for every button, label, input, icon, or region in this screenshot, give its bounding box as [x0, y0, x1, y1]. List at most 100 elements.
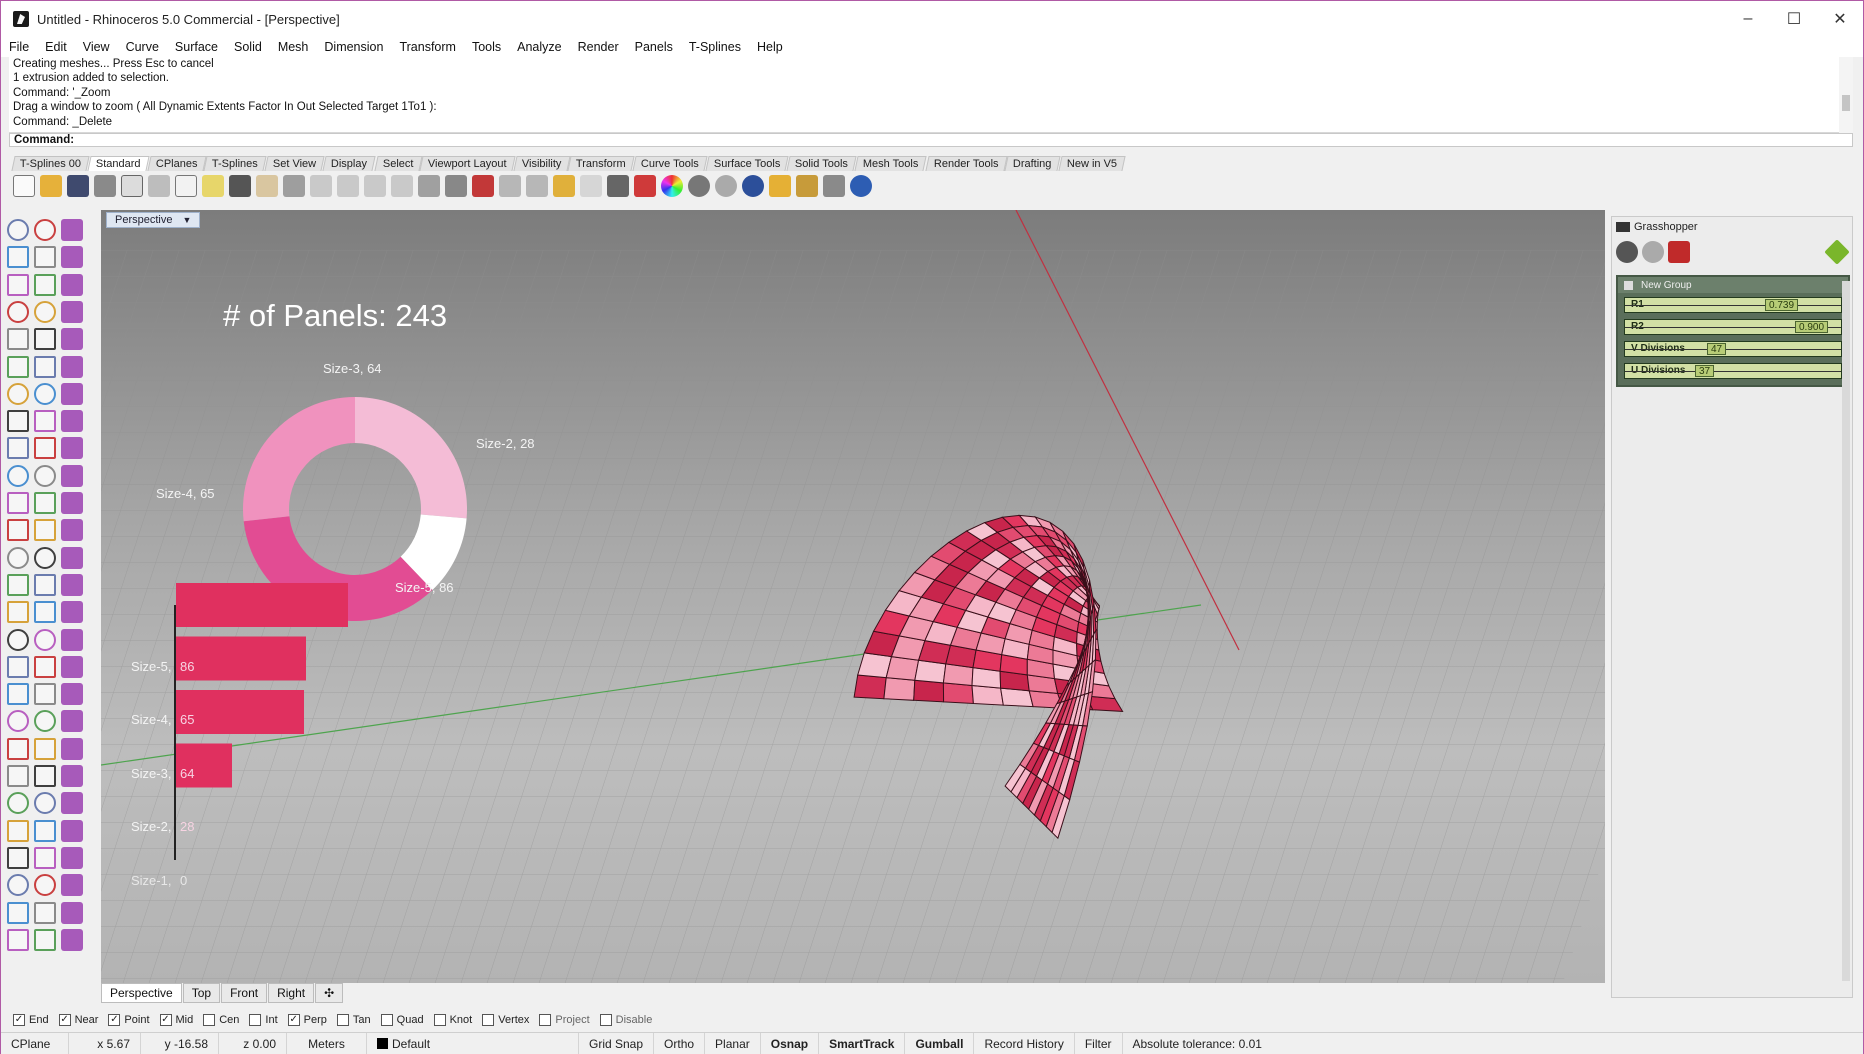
tool-palette-icon[interactable] — [7, 874, 29, 897]
tool-palette-icon[interactable] — [34, 300, 56, 323]
menu-panels[interactable]: Panels — [635, 40, 673, 54]
menu-solid[interactable]: Solid — [234, 40, 262, 54]
tool-palette-icon[interactable] — [7, 601, 29, 624]
tool-palette-icon[interactable] — [61, 328, 83, 351]
tab-render-tools[interactable]: Render Tools — [925, 156, 1008, 171]
menu-file[interactable]: File — [9, 40, 29, 54]
grid-snap-toggle[interactable]: Grid Snap — [579, 1032, 655, 1054]
tab-set-view[interactable]: Set View — [264, 156, 326, 171]
rotate-view-icon[interactable] — [283, 175, 305, 197]
tool-palette-icon[interactable] — [61, 300, 83, 323]
tool-palette-icon[interactable] — [7, 355, 29, 378]
tool-palette-icon[interactable] — [7, 464, 29, 487]
tool-palette-icon[interactable] — [61, 765, 83, 787]
select-all-icon[interactable] — [553, 175, 575, 197]
osnap-mid[interactable]: ✓ Mid — [159, 1014, 193, 1026]
show-objects-icon[interactable] — [526, 175, 548, 197]
tool-palette-icon[interactable] — [61, 573, 83, 596]
ortho-toggle[interactable]: Ortho — [654, 1032, 706, 1054]
perspective-viewport[interactable]: # of Panels: 243 Size-3, 64 Size-2, 28 S… — [101, 210, 1605, 983]
tool-palette-icon[interactable] — [61, 519, 83, 542]
save-icon[interactable] — [67, 175, 89, 197]
tool-palette-icon[interactable] — [7, 219, 29, 241]
tool-palette-icon[interactable] — [7, 410, 29, 433]
tool-palette-icon[interactable] — [7, 546, 29, 569]
command-input[interactable] — [78, 134, 1852, 146]
osnap-vertex[interactable]: Vertex — [482, 1014, 529, 1026]
tool-palette-icon[interactable] — [61, 246, 83, 269]
tool-palette-icon[interactable] — [61, 710, 83, 733]
slider-value-handle[interactable]: 0.900 — [1795, 321, 1829, 333]
tool-palette-icon[interactable] — [7, 683, 29, 706]
zoom-icon[interactable] — [310, 175, 332, 197]
tool-palette-icon[interactable] — [7, 300, 29, 323]
tab-mesh-tools[interactable]: Mesh Tools — [854, 156, 928, 171]
tool-palette-icon[interactable] — [7, 792, 29, 815]
gumball-toggle[interactable]: Gumball — [905, 1032, 975, 1054]
tab-top[interactable]: Top — [182, 983, 221, 1003]
render-icon[interactable] — [742, 175, 764, 197]
tool-palette-icon[interactable] — [7, 519, 29, 542]
tool-palette-icon[interactable] — [7, 765, 29, 787]
rendered-sphere-icon[interactable] — [715, 175, 737, 197]
options-gear-icon[interactable] — [796, 175, 818, 197]
tool-palette-icon[interactable] — [7, 437, 29, 460]
tool-palette-icon[interactable] — [34, 846, 56, 869]
slider-value-handle[interactable]: 37 — [1695, 365, 1715, 377]
open-folder-icon[interactable] — [40, 175, 62, 197]
tool-palette-icon[interactable] — [61, 437, 83, 460]
tool-palette-icon[interactable] — [34, 683, 56, 706]
slider-value-handle[interactable]: 47 — [1707, 343, 1727, 355]
properties-icon[interactable] — [121, 175, 143, 197]
menu-tsplines[interactable]: T-Splines — [689, 40, 741, 54]
menu-edit[interactable]: Edit — [45, 40, 67, 54]
tool-palette-icon[interactable] — [34, 410, 56, 433]
checkbox[interactable] — [380, 1014, 393, 1026]
osnap-int[interactable]: Int — [249, 1014, 278, 1026]
tool-palette-icon[interactable] — [34, 355, 56, 378]
tool-palette-icon[interactable] — [61, 928, 83, 951]
osnap-knot[interactable]: Knot — [433, 1014, 472, 1026]
tool-palette-icon[interactable] — [34, 601, 56, 624]
tool-palette-icon[interactable] — [34, 246, 56, 269]
tool-palette-icon[interactable] — [34, 492, 56, 514]
osnap-quad[interactable]: Quad — [380, 1014, 424, 1026]
checkbox[interactable]: ✓ — [13, 1014, 25, 1026]
tool-palette-icon[interactable] — [34, 628, 56, 651]
menu-curve[interactable]: Curve — [126, 40, 159, 54]
hide-objects-icon[interactable] — [499, 175, 521, 197]
tool-palette-icon[interactable] — [34, 382, 56, 405]
chevron-down-icon[interactable]: ▼ — [182, 215, 191, 225]
tool-palette-icon[interactable] — [7, 901, 29, 924]
collapse-toggle-icon[interactable] — [1624, 280, 1633, 290]
paste-icon[interactable] — [202, 175, 224, 197]
cplane-icon[interactable] — [472, 175, 494, 197]
osnap-project[interactable]: Project — [539, 1014, 590, 1026]
tool-palette-icon[interactable] — [34, 328, 56, 351]
tool-palette-icon[interactable] — [34, 573, 56, 596]
tool-palette-icon[interactable] — [61, 546, 83, 569]
tool-palette-icon[interactable] — [61, 846, 83, 869]
light-bulb-icon[interactable] — [580, 175, 602, 197]
tab-select[interactable]: Select — [373, 156, 422, 171]
tool-palette-icon[interactable] — [61, 683, 83, 706]
tool-palette-icon[interactable] — [34, 901, 56, 924]
osnap-near[interactable]: ✓ Near — [58, 1014, 98, 1026]
osnap-disable[interactable]: Disable — [599, 1014, 652, 1026]
menu-tools[interactable]: Tools — [472, 40, 501, 54]
tab-new-in-v5[interactable]: New in V5 — [1058, 156, 1126, 171]
tab-right[interactable]: Right — [268, 983, 315, 1003]
tab-visibility[interactable]: Visibility — [513, 156, 570, 171]
tool-palette-icon[interactable] — [61, 901, 83, 924]
pencil-icon[interactable] — [1824, 239, 1850, 265]
checkbox[interactable]: ✓ — [108, 1014, 121, 1026]
planar-toggle[interactable]: Planar — [705, 1032, 761, 1054]
tool-palette-icon[interactable] — [61, 655, 83, 678]
checkbox[interactable]: ✓ — [58, 1014, 71, 1026]
osnap-tan[interactable]: Tan — [336, 1014, 371, 1026]
tool-palette-icon[interactable] — [7, 573, 29, 596]
tool-palette-icon[interactable] — [61, 874, 83, 897]
tool-palette-icon[interactable] — [61, 492, 83, 514]
osnap-toggle[interactable]: Osnap — [761, 1032, 820, 1054]
tool-palette-icon[interactable] — [61, 382, 83, 405]
